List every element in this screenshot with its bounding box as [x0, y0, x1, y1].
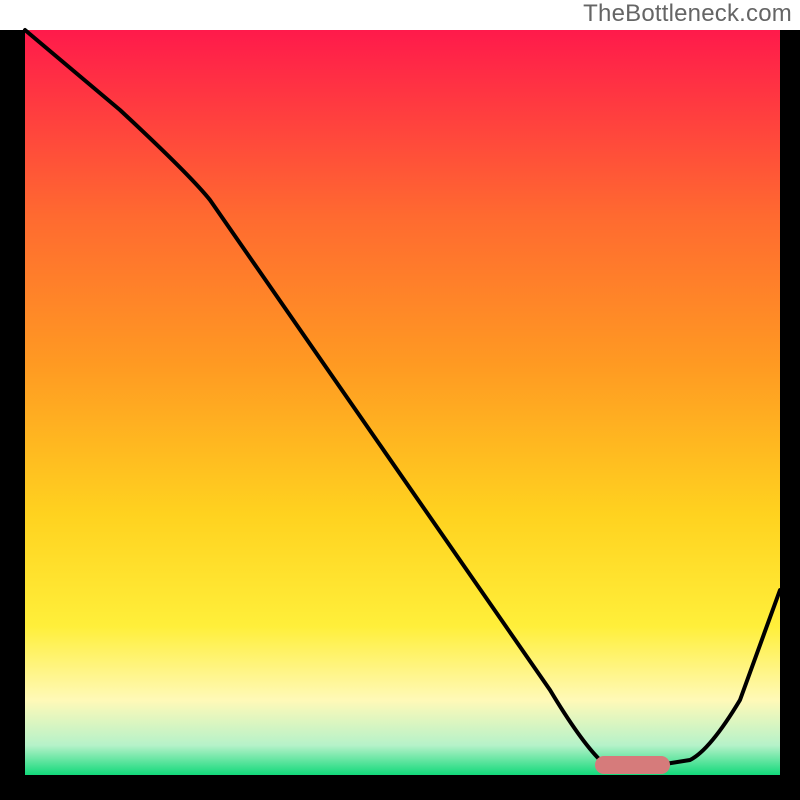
chart-container: { "attribution": "TheBottleneck.com", "c…	[0, 0, 800, 800]
frame-bottom	[0, 775, 800, 800]
frame-right	[780, 30, 800, 800]
plot-background	[25, 30, 780, 775]
frame-left	[0, 30, 25, 800]
bottleneck-chart	[0, 0, 800, 800]
optimal-range-marker	[595, 756, 670, 774]
attribution-text: TheBottleneck.com	[583, 0, 792, 28]
